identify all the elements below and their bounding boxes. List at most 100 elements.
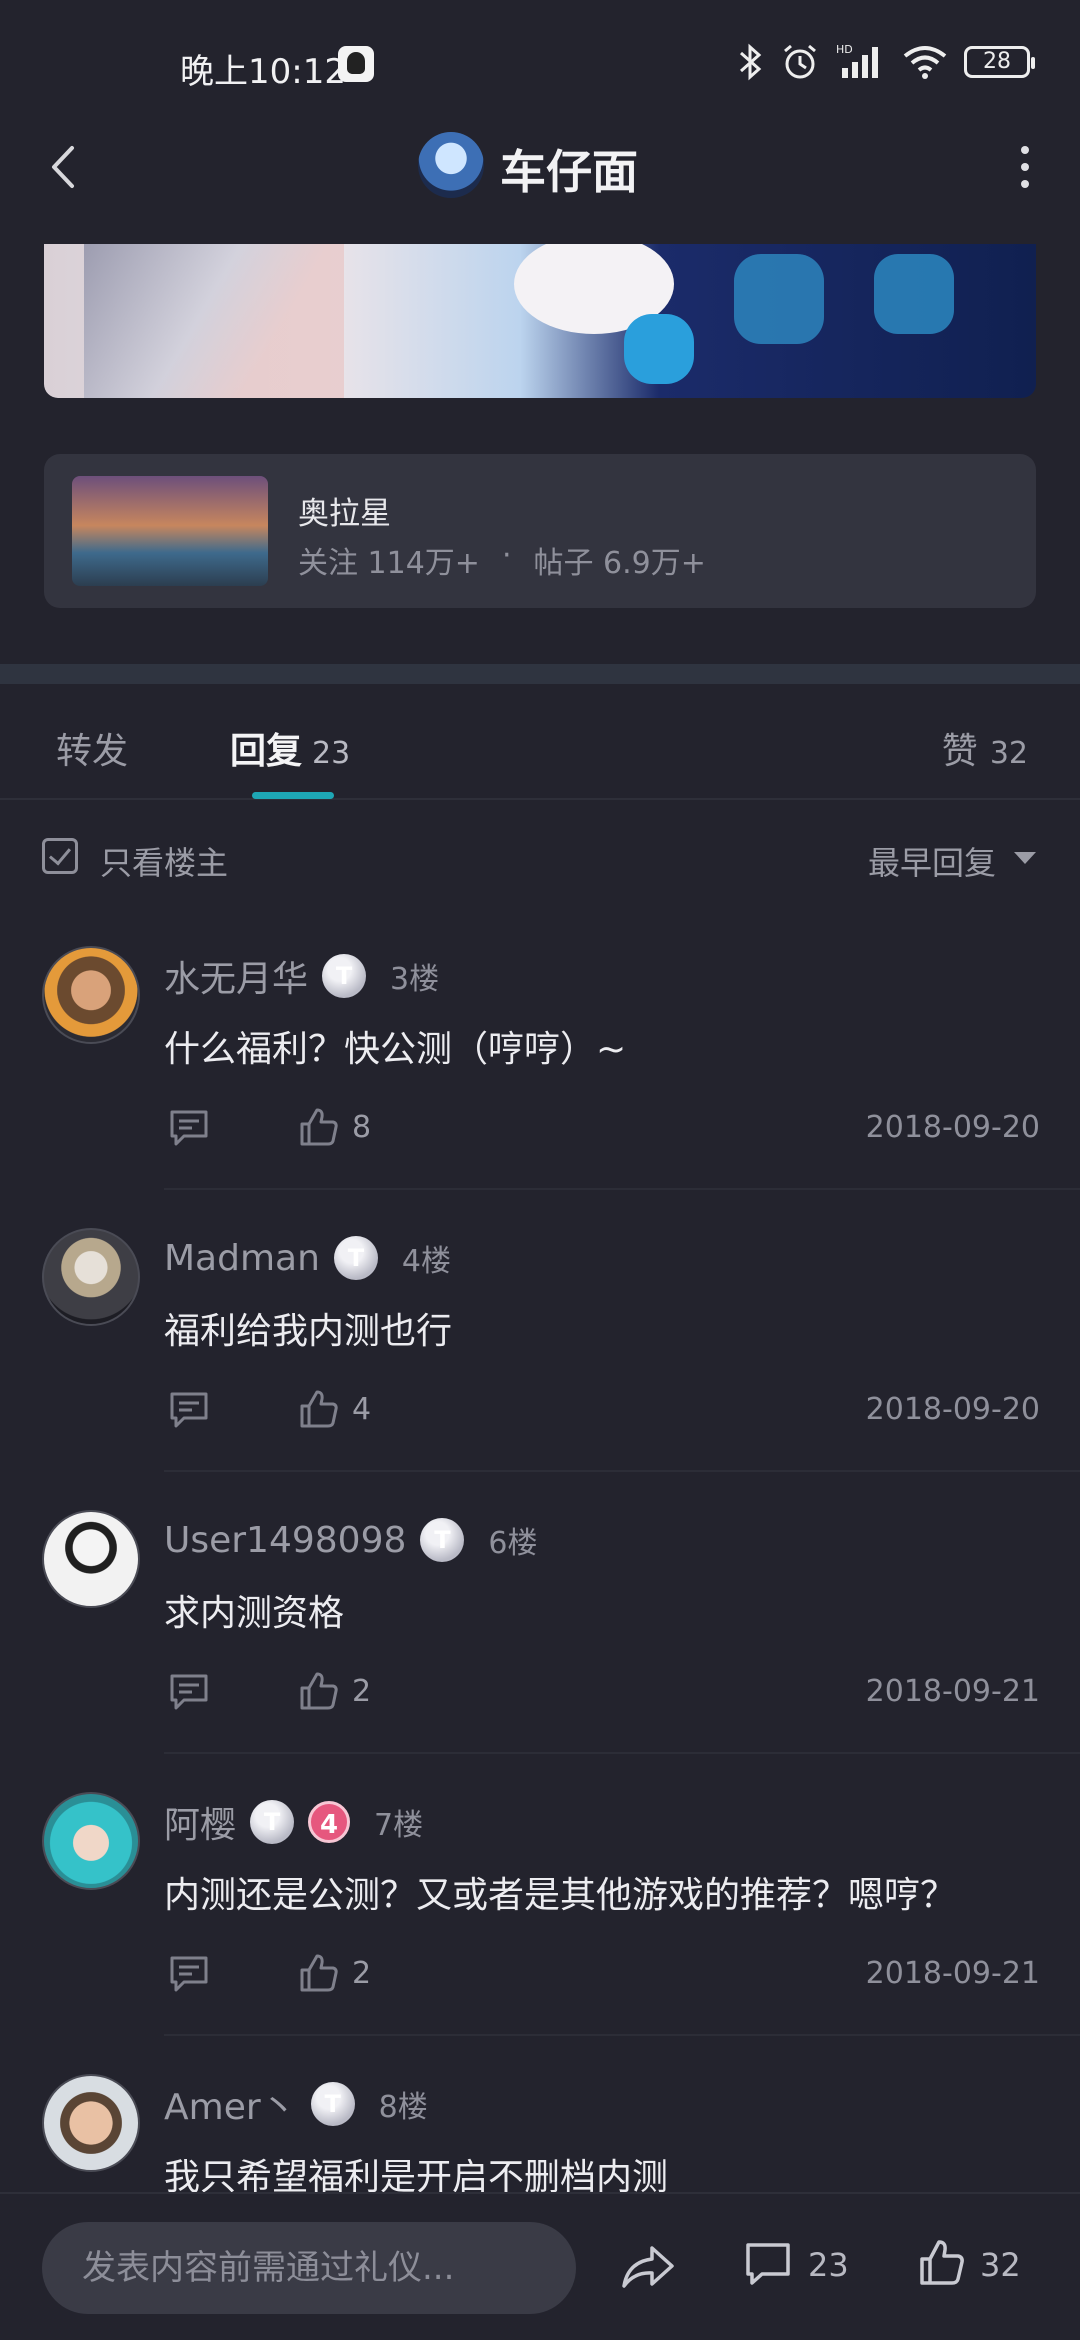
avatar[interactable]: [42, 946, 140, 1044]
page-title[interactable]: 车仔面: [500, 136, 638, 202]
tab-like[interactable]: 赞 32: [942, 722, 1028, 774]
reply-icon[interactable]: [168, 1108, 210, 1148]
tab-reply-label: 回复: [230, 731, 303, 772]
thumbs-up-icon[interactable]: [298, 1388, 340, 1430]
alarm-icon: [784, 44, 816, 79]
comment-username[interactable]: Madman: [164, 1238, 320, 1279]
comment-item[interactable]: 水无月华 T 3楼 什么福利？快公测（哼哼）~ 8 2018-09-20: [0, 946, 1080, 1228]
author-avatar[interactable]: [418, 132, 484, 198]
comment-divider: [164, 2034, 1080, 2036]
comment-divider: [164, 1752, 1080, 1754]
comment-item[interactable]: User1498098 T 6楼 求内测资格 2 2018-09-21: [0, 1510, 1080, 1792]
like-count[interactable]: 32: [980, 2246, 1021, 2284]
image-artwork: [84, 244, 344, 398]
thumbs-up-icon[interactable]: [298, 1106, 340, 1148]
comment-username[interactable]: 水无月华: [164, 950, 308, 1002]
share-icon[interactable]: [620, 2242, 676, 2292]
svg-text:HD: HD: [836, 43, 853, 56]
more-vertical-icon[interactable]: [1010, 142, 1040, 192]
thumbs-up-icon[interactable]: [298, 1670, 340, 1712]
bottom-action-bar: 发表内容前需通过礼仪... 23 32: [0, 2192, 1080, 2340]
like-count: 2: [352, 1674, 372, 1709]
top-navbar: 车仔面: [0, 120, 1080, 242]
sort-dropdown[interactable]: 最早回复: [868, 838, 996, 884]
comment-header: 阿樱 T 4 7楼: [164, 1792, 423, 1852]
floor-number: 4楼: [401, 1244, 452, 1279]
status-bar: 晚上10:12 HD 28: [0, 0, 1080, 130]
comment-item[interactable]: Amer丶 T 8楼 我只希望福利是开启不删档内测: [0, 2074, 1080, 2192]
floor-number: 7楼: [374, 1808, 424, 1843]
thumbs-up-icon[interactable]: [298, 1952, 340, 1994]
game-stats: 关注 114万+ · 帖子 6.9万+: [298, 538, 706, 582]
tab-reply[interactable]: 回复 23: [230, 722, 350, 774]
comment-username[interactable]: 阿樱: [164, 1796, 236, 1848]
qq-icon: [338, 46, 374, 82]
comment-actions: 8 2018-09-20: [164, 1106, 1040, 1152]
comment-text: 福利给我内测也行: [164, 1311, 453, 1352]
comment-date: 2018-09-20: [865, 1392, 1040, 1427]
game-name: 奥拉星: [298, 496, 391, 532]
comment-input[interactable]: 发表内容前需通过礼仪...: [42, 2222, 576, 2314]
reply-icon[interactable]: [168, 1390, 210, 1430]
comment-text: 内测还是公测？又或者是其他游戏的推荐？嗯哼？: [164, 1875, 957, 1916]
status-icons: HD 28: [738, 42, 1035, 82]
like-count: 8: [352, 1110, 372, 1145]
game-thumbnail: [72, 476, 268, 586]
stats-separator: ·: [501, 538, 512, 573]
comment-header: User1498098 T 6楼: [164, 1510, 537, 1570]
filter-row: 只看楼主 最早回复: [0, 800, 1080, 912]
post-image[interactable]: [44, 244, 1036, 398]
comment-header: 水无月华 T 3楼: [164, 946, 439, 1006]
level-badge: T: [250, 1800, 295, 1844]
thumbs-up-icon[interactable]: [918, 2238, 966, 2288]
comment-actions: 2 2018-09-21: [164, 1952, 1040, 1998]
bluetooth-icon: [740, 43, 762, 81]
comment-count[interactable]: 23: [808, 2246, 849, 2284]
tab-reply-count: 23: [312, 736, 351, 771]
comment-item[interactable]: Madman T 4楼 福利给我内测也行 4 2018-09-20: [0, 1228, 1080, 1510]
comment-divider: [164, 1188, 1080, 1190]
tab-repost[interactable]: 转发: [56, 722, 128, 774]
level-badge: T: [420, 1518, 465, 1562]
only-op-label[interactable]: 只看楼主: [100, 838, 228, 884]
caret-down-icon[interactable]: [1014, 852, 1036, 864]
comment-date: 2018-09-21: [865, 1674, 1040, 1709]
tab-like-label: 赞: [941, 731, 978, 772]
level-badge: T: [322, 954, 367, 998]
tab-repost-label: 转发: [56, 731, 129, 772]
reply-icon[interactable]: [168, 1954, 210, 1994]
chevron-left-icon[interactable]: [40, 142, 90, 192]
comment-date: 2018-09-20: [865, 1110, 1040, 1145]
avatar[interactable]: [42, 1228, 140, 1326]
comment-actions: 2 2018-09-21: [164, 1670, 1040, 1716]
comment-username[interactable]: User1498098: [164, 1520, 406, 1561]
hd-signal-icon: HD: [836, 43, 878, 78]
like-count: 2: [352, 1956, 372, 1991]
reply-icon[interactable]: [168, 1672, 210, 1712]
comment-icon[interactable]: [744, 2240, 792, 2288]
comment-item[interactable]: 阿樱 T 4 7楼 内测还是公测？又或者是其他游戏的推荐？嗯哼？ 2 2018-…: [0, 1792, 1080, 2074]
game-posts: 帖子 6.9万+: [533, 546, 706, 581]
battery-icon: 28: [964, 46, 1035, 78]
floor-number: 8楼: [378, 2090, 428, 2125]
tab-bar: 转发 回复 23 赞 32: [0, 684, 1080, 800]
game-card[interactable]: 奥拉星 关注 114万+ · 帖子 6.9万+: [44, 454, 1036, 608]
comment-header: Madman T 4楼: [164, 1228, 451, 1288]
level-badge: T: [333, 1236, 378, 1280]
comment-text: 求内测资格: [164, 1593, 345, 1634]
only-op-checkbox[interactable]: [42, 838, 78, 874]
avatar[interactable]: [42, 1510, 140, 1608]
comment-date: 2018-09-21: [865, 1956, 1040, 1991]
game-followers: 关注 114万+: [298, 546, 480, 581]
wifi-icon: [903, 46, 947, 79]
comment-username[interactable]: Amer丶: [164, 2078, 297, 2130]
level-badge: T: [310, 2082, 355, 2126]
avatar[interactable]: [42, 1792, 140, 1890]
like-count: 4: [352, 1392, 372, 1427]
avatar[interactable]: [42, 2074, 140, 2172]
comment-text: 我只希望福利是开启不删档内测: [164, 2157, 669, 2192]
tab-like-count: 32: [989, 736, 1028, 771]
floor-number: 3楼: [390, 962, 440, 997]
section-divider: [0, 664, 1080, 684]
comment-text: 什么福利？快公测（哼哼）~: [164, 1029, 627, 1070]
